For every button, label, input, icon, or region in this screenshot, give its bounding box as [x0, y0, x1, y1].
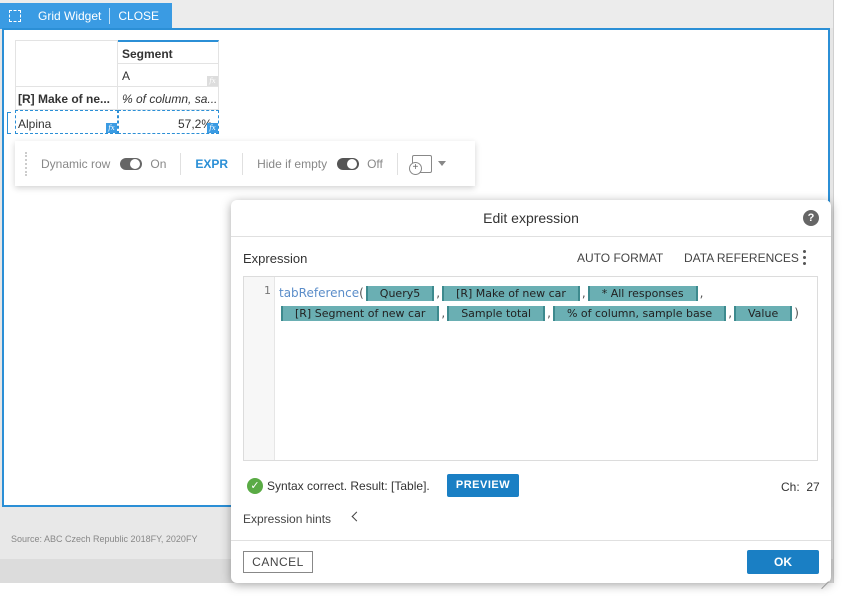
- token-percent-column[interactable]: % of column, sample base: [552, 306, 727, 321]
- toolbar-divider: [396, 152, 398, 175]
- chevron-left-icon[interactable]: [351, 511, 362, 522]
- chevron-down-icon[interactable]: [437, 161, 446, 166]
- toolbar-divider: [180, 152, 182, 175]
- column-sub-header[interactable]: Afx: [118, 64, 219, 87]
- status-text: Syntax correct. Result: [Table].: [267, 479, 430, 493]
- char-counter: Ch: 27: [781, 480, 820, 494]
- dynamic-row-state: On: [150, 156, 167, 171]
- dialog-title: Edit expression: [483, 210, 579, 226]
- fx-icon[interactable]: fx: [207, 123, 218, 133]
- check-icon: ✓: [247, 478, 263, 494]
- expression-hints-toggle[interactable]: Expression hints: [243, 512, 331, 526]
- fx-icon[interactable]: fx: [106, 123, 117, 133]
- hide-if-empty-state: Off: [367, 156, 383, 171]
- hide-if-empty-label: Hide if empty: [257, 156, 328, 171]
- fx-icon[interactable]: fx: [207, 76, 218, 86]
- ok-button[interactable]: OK: [747, 550, 819, 574]
- edit-expression-dialog: Edit expression ? Expression AUTO FORMAT…: [231, 200, 831, 583]
- drag-handle[interactable]: [25, 151, 31, 176]
- auto-format-button[interactable]: AUTO FORMAT: [577, 251, 663, 265]
- value-cell[interactable]: 57,2% fx: [118, 110, 219, 134]
- token-value[interactable]: Value: [734, 306, 793, 321]
- dialog-header: Edit expression ?: [231, 200, 831, 237]
- expression-label: Expression: [243, 251, 308, 266]
- more-options-icon[interactable]: [803, 250, 807, 266]
- hide-if-empty-toggle[interactable]: [337, 157, 360, 170]
- expr-button[interactable]: EXPR: [195, 157, 228, 171]
- row-label-cell[interactable]: Alpina fx: [15, 110, 118, 134]
- syntax-status: ✓ Syntax correct. Result: [Table].: [247, 478, 430, 494]
- char-counter-value: 27: [806, 480, 820, 494]
- line-number: 1: [264, 284, 271, 297]
- resize-handle-icon[interactable]: [819, 572, 829, 582]
- data-references-button[interactable]: DATA REFERENCES: [684, 251, 799, 265]
- widget-title: Grid Widget: [38, 9, 102, 23]
- row-label: Alpina: [18, 117, 52, 131]
- preview-button[interactable]: PREVIEW: [447, 474, 519, 497]
- cancel-button[interactable]: CANCEL: [243, 551, 313, 573]
- select-area-icon[interactable]: [6, 7, 24, 25]
- column-sub-label: A: [122, 69, 131, 83]
- row-selection-marker: [7, 112, 11, 134]
- expression-editor[interactable]: 1 tabReference(Query5, [R] Make of new ca…: [243, 276, 818, 461]
- token-sample-total[interactable]: Sample total: [447, 306, 546, 321]
- widget-tab: Grid Widget CLOSE: [0, 3, 172, 29]
- corner-cell: [15, 40, 118, 87]
- dynamic-row-label: Dynamic row: [41, 156, 111, 171]
- tab-divider: [109, 8, 111, 24]
- expression-code[interactable]: tabReference(Query5, [R] Make of new car,…: [279, 283, 799, 323]
- measure-cell[interactable]: % of column, sa...: [118, 87, 219, 110]
- column-header-label: Segment: [122, 47, 173, 61]
- char-counter-label: Ch:: [781, 480, 800, 494]
- measure-label: % of column, sa...: [122, 92, 218, 106]
- help-icon[interactable]: ?: [803, 210, 819, 226]
- token-make[interactable]: [R] Make of new car: [442, 286, 580, 301]
- function-name: tabReference: [279, 286, 360, 300]
- add-table-icon[interactable]: +: [408, 154, 432, 175]
- editor-gutter: [244, 277, 275, 460]
- row-toolbar: Dynamic row On EXPR Hide if empty Off +: [15, 141, 475, 186]
- close-button[interactable]: CLOSE: [118, 9, 159, 23]
- token-query[interactable]: Query5: [365, 286, 435, 301]
- column-header[interactable]: Segment: [118, 40, 219, 64]
- row-header-label: [R] Make of ne...: [18, 92, 111, 106]
- row-header[interactable]: [R] Make of ne...: [15, 87, 118, 110]
- token-segment[interactable]: [R] Segment of new car: [281, 306, 440, 321]
- dialog-footer: CANCEL OK: [231, 540, 831, 584]
- toolbar-divider: [242, 152, 244, 175]
- dynamic-row-toggle[interactable]: [120, 157, 143, 170]
- source-note: Source: ABC Czech Republic 2018FY, 2020F…: [11, 534, 198, 544]
- token-all-responses[interactable]: * All responses: [587, 286, 698, 301]
